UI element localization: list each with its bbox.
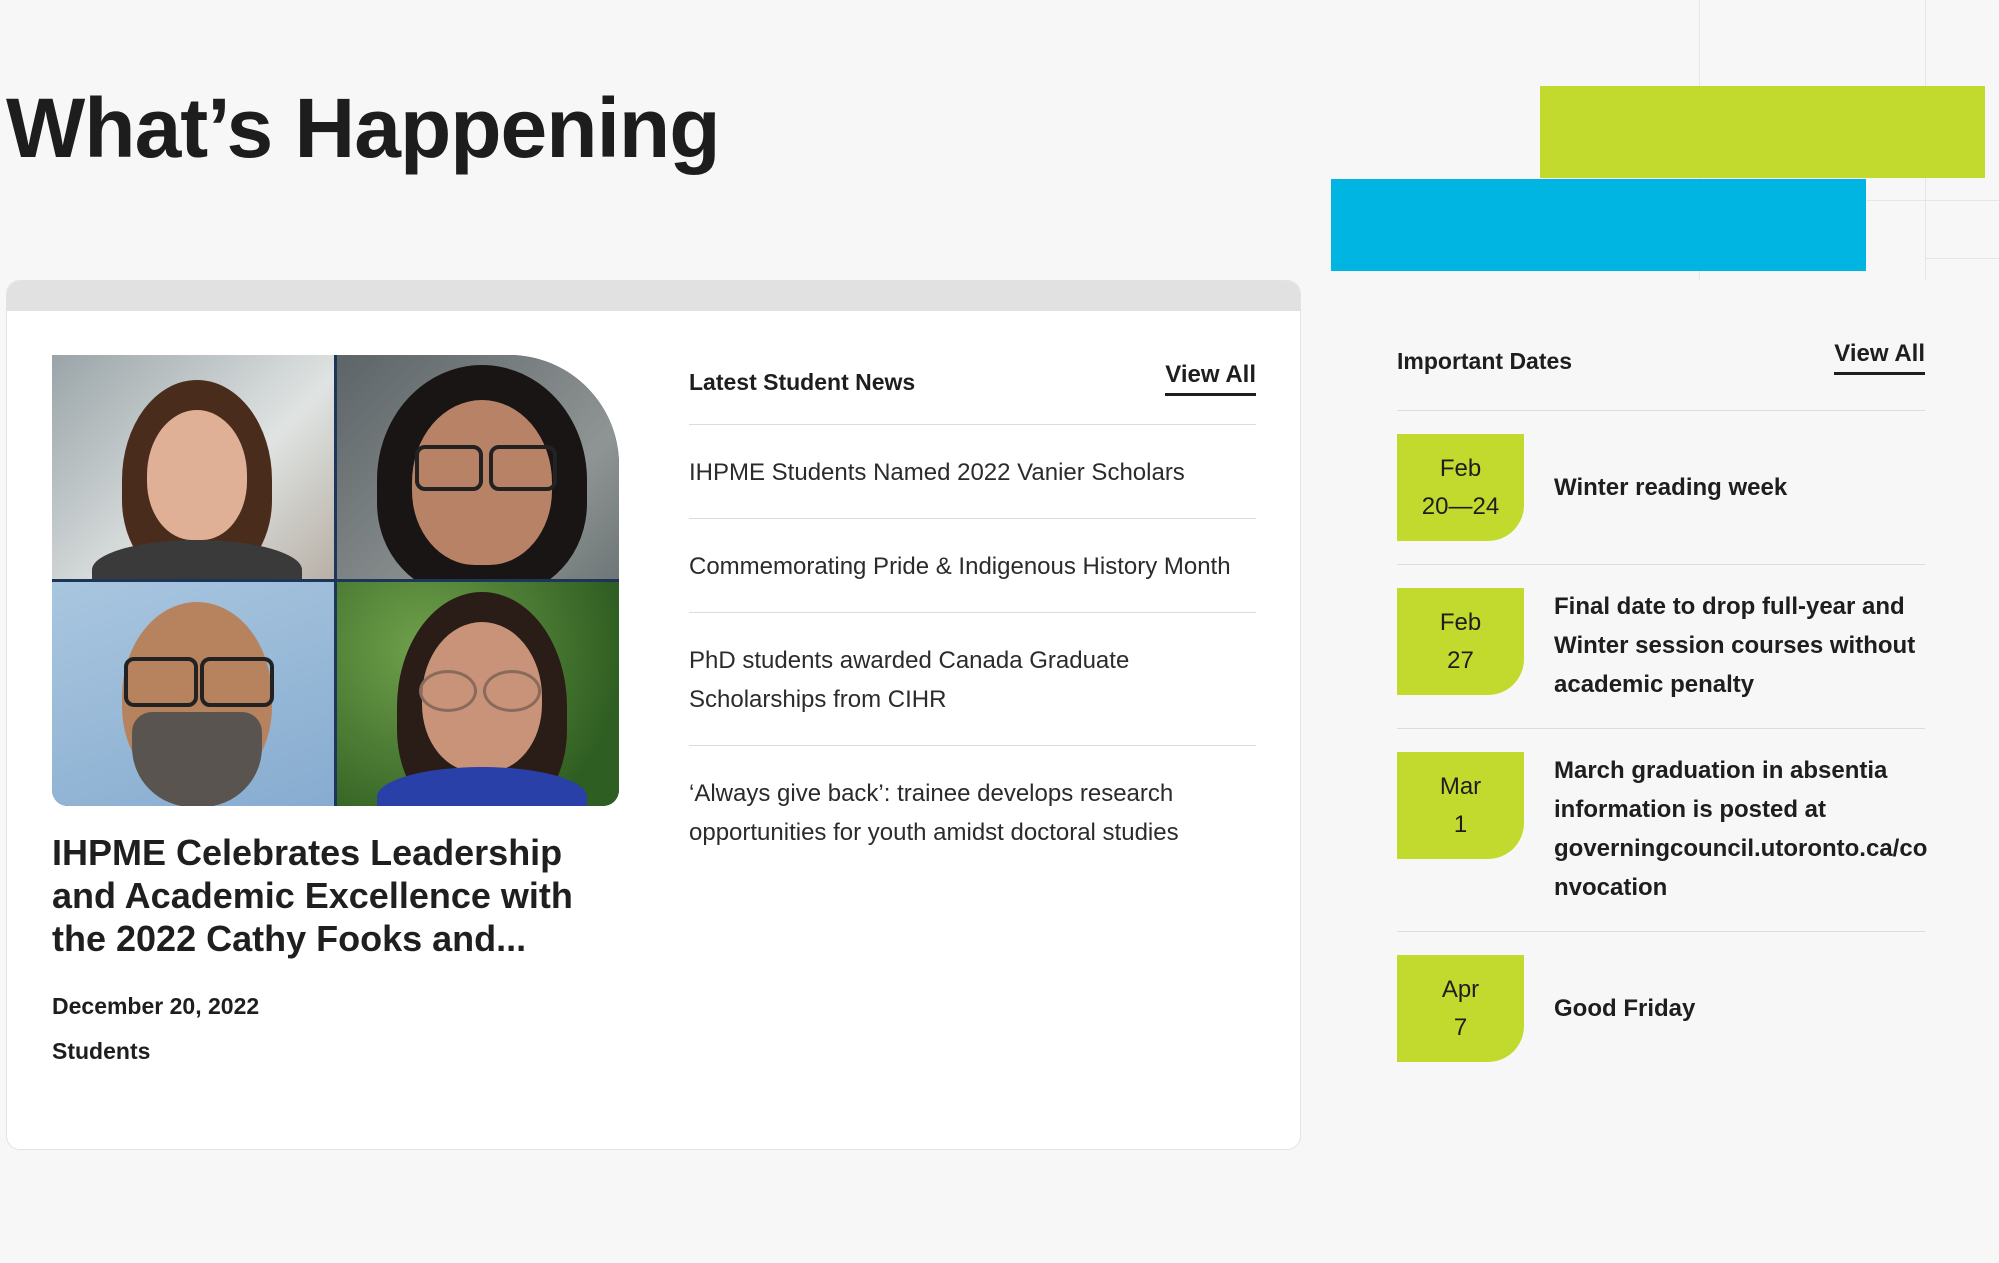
- news-item: PhD students awarded Canada Graduate Sch…: [689, 612, 1256, 745]
- card-top-bar: [7, 281, 1300, 311]
- feature-category[interactable]: Students: [52, 1038, 150, 1065]
- news-item: Commemorating Pride & Indigenous History…: [689, 518, 1256, 612]
- news-card: IHPME Celebrates Leadership and Academic…: [6, 280, 1301, 1150]
- date-row[interactable]: Feb 20—24 Winter reading week: [1397, 411, 1925, 565]
- latest-news-header: Latest Student News View All: [689, 361, 1256, 405]
- date-description: Good Friday: [1554, 995, 1696, 1022]
- portrait-tile: [52, 582, 334, 806]
- date-day: 27: [1447, 647, 1474, 674]
- date-badge: Feb 20—24: [1397, 434, 1524, 541]
- portrait-tile: [52, 355, 334, 579]
- date-month: Mar: [1439, 773, 1482, 800]
- dates-view-all-link[interactable]: View All: [1834, 340, 1925, 375]
- date-description: Final date to drop full-year and Winter …: [1554, 593, 1916, 698]
- date-day: 7: [1453, 1014, 1468, 1041]
- news-item: ‘Always give back’: trainee develops res…: [689, 745, 1256, 878]
- news-item-link[interactable]: ‘Always give back’: trainee develops res…: [689, 780, 1179, 846]
- important-dates-section: Important Dates View All Feb 20—24 Winte…: [1397, 340, 1927, 1082]
- grid-line: [1925, 258, 1999, 259]
- date-description: March graduation in absentia information…: [1554, 757, 1928, 901]
- feature-image[interactable]: [52, 355, 619, 806]
- portrait-tile: [337, 355, 619, 579]
- date-row[interactable]: Mar 1 March graduation in absentia infor…: [1397, 729, 1927, 932]
- portrait-tile: [337, 582, 619, 806]
- date-day: 1: [1453, 811, 1468, 838]
- date-badge: Apr 7: [1397, 955, 1524, 1062]
- date-description: Winter reading week: [1554, 474, 1788, 501]
- date-month: Feb: [1439, 609, 1482, 636]
- date-row[interactable]: Feb 27 Final date to drop full-year and …: [1397, 565, 1925, 729]
- decorative-blue-bar: [1331, 179, 1866, 271]
- important-dates-heading: Important Dates: [1397, 348, 1573, 374]
- date-month: Feb: [1439, 455, 1482, 482]
- news-item-link[interactable]: IHPME Students Named 2022 Vanier Scholar…: [689, 459, 1185, 486]
- news-item-link[interactable]: PhD students awarded Canada Graduate Sch…: [689, 647, 1129, 713]
- news-list: IHPME Students Named 2022 Vanier Scholar…: [689, 424, 1256, 878]
- feature-title-link[interactable]: IHPME Celebrates Leadership and Academic…: [52, 831, 612, 960]
- date-row[interactable]: Apr 7 Good Friday: [1397, 932, 1925, 1082]
- date-badge: Mar 1: [1397, 752, 1524, 859]
- news-item: IHPME Students Named 2022 Vanier Scholar…: [689, 424, 1256, 518]
- news-item-link[interactable]: Commemorating Pride & Indigenous History…: [689, 553, 1231, 580]
- news-view-all-link[interactable]: View All: [1165, 361, 1256, 396]
- page-title: What’s Happening: [6, 81, 721, 175]
- date-badge: Feb 27: [1397, 588, 1524, 695]
- feature-date: December 20, 2022: [52, 993, 260, 1019]
- date-day: 20—24: [1421, 493, 1500, 520]
- important-dates-header: Important Dates View All: [1397, 340, 1925, 411]
- decorative-green-bar: [1540, 86, 1985, 178]
- date-month: Apr: [1441, 976, 1480, 1003]
- latest-news-heading: Latest Student News: [689, 369, 916, 395]
